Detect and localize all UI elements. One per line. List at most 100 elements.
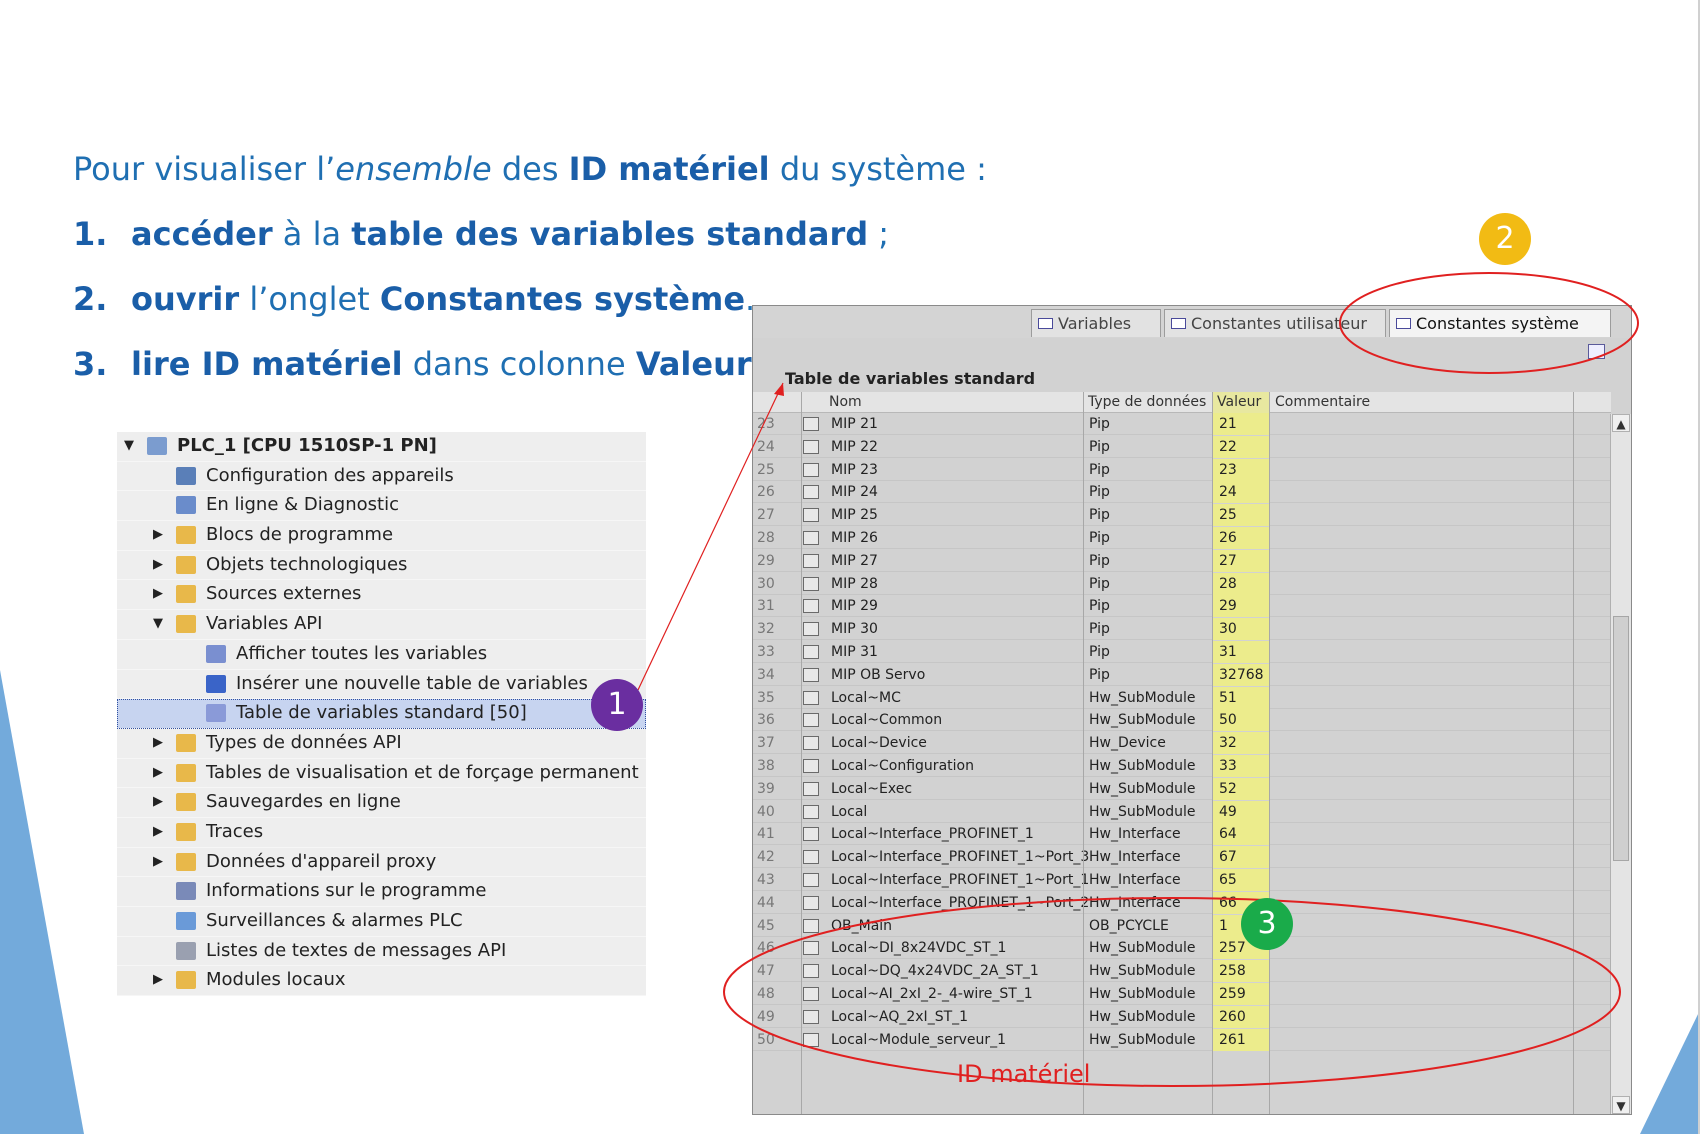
cell-nom[interactable]: Local~Interface_PROFINET_1~Port_2	[831, 892, 1089, 914]
cell-valeur[interactable]: 258	[1213, 960, 1269, 983]
cell-valeur[interactable]: 65	[1213, 869, 1269, 891]
table-row[interactable]: 26 MIP 24 Pip 24	[753, 481, 1611, 504]
chevron-right-icon[interactable]: ▶	[152, 580, 164, 609]
tab-variables[interactable]: Variables	[1031, 309, 1161, 337]
cell-valeur[interactable]: 261	[1213, 1028, 1269, 1051]
table-row[interactable]: 28 MIP 26 Pip 26	[753, 527, 1611, 549]
tree-item[interactable]: ▶ Blocs de programme	[117, 521, 646, 551]
chevron-right-icon[interactable]: ▶	[152, 788, 164, 817]
scroll-down-icon[interactable]: ▼	[1612, 1096, 1630, 1114]
table-row[interactable]: 48 Local~AI_2xI_2-_4-wire_ST_1 Hw_SubModul…	[753, 983, 1611, 1005]
column-header-nom[interactable]: Nom	[829, 394, 862, 410]
table-row[interactable]: 27 MIP 25 Pip 25	[753, 504, 1611, 527]
cell-nom[interactable]: MIP 31	[831, 641, 878, 663]
cell-valeur[interactable]: 67	[1213, 846, 1269, 869]
cell-nom[interactable]: MIP 21	[831, 413, 878, 435]
tree-item[interactable]: Informations sur le programme	[117, 877, 646, 907]
table-row[interactable]: 35 Local~MC Hw_SubModule 51	[753, 686, 1611, 709]
cell-nom[interactable]: OB_Main	[831, 915, 892, 937]
tree-root[interactable]: ▼ PLC_1 [CPU 1510SP-1 PN]	[117, 432, 646, 462]
vertical-scrollbar[interactable]: ▲ ▼	[1610, 414, 1631, 1114]
tree-item[interactable]: En ligne & Diagnostic	[117, 491, 646, 522]
cell-nom[interactable]: Local~Common	[831, 709, 942, 731]
cell-nom[interactable]: Local~AI_2xI_2-_4-wire_ST_1	[831, 983, 1033, 1005]
cell-nom[interactable]: Local~DQ_4x24VDC_2A_ST_1	[831, 960, 1039, 982]
cell-nom[interactable]: Local~Device	[831, 732, 927, 754]
table-row[interactable]: 42 Local~Interface_PROFINET_1~Port_3 Hw_In…	[753, 846, 1611, 869]
table-row[interactable]: 41 Local~Interface_PROFINET_1 Hw_Interface…	[753, 823, 1611, 846]
table-row[interactable]: 25 MIP 23 Pip 23	[753, 458, 1611, 481]
column-header-type[interactable]: Type de données	[1088, 394, 1206, 410]
cell-nom[interactable]: MIP 26	[831, 527, 878, 549]
table-row[interactable]: 33 MIP 31 Pip 31	[753, 641, 1611, 663]
table-row[interactable]: 45 OB_Main OB_PCYCLE 1	[753, 914, 1611, 937]
tree-item[interactable]: Surveillances & alarmes PLC	[117, 907, 646, 937]
chevron-right-icon[interactable]: ▶	[152, 521, 164, 550]
chevron-down-icon[interactable]: ▼	[152, 610, 164, 639]
tree-item[interactable]: ▶ Types de données API	[117, 729, 646, 759]
cell-nom[interactable]: Local~MC	[831, 687, 901, 709]
cell-nom[interactable]: Local~Interface_PROFINET_1	[831, 823, 1034, 845]
table-row[interactable]: 24 MIP 22 Pip 22	[753, 435, 1611, 458]
cell-valeur[interactable]: 21	[1213, 413, 1269, 435]
table-row[interactable]: 40 Local Hw_SubModule 49	[753, 800, 1611, 823]
cell-valeur[interactable]: 23	[1213, 458, 1269, 481]
table-row[interactable]: 38 Local~Configuration Hw_SubModule 33	[753, 755, 1611, 777]
cell-nom[interactable]: MIP 29	[831, 595, 878, 617]
tree-item[interactable]: Listes de textes de messages API	[117, 937, 646, 967]
table-row[interactable]: 23 MIP 21 Pip 21	[753, 413, 1611, 435]
cell-valeur[interactable]: 29	[1213, 595, 1269, 618]
table-row[interactable]: 49 Local~AQ_2xI_ST_1 Hw_SubModule 260	[753, 1005, 1611, 1028]
tree-item[interactable]: ▶ Modules locaux	[117, 966, 646, 997]
table-row[interactable]: 29 MIP 27 Pip 27	[753, 549, 1611, 572]
cell-valeur[interactable]: 27	[1213, 549, 1269, 572]
cell-valeur[interactable]: 259	[1213, 983, 1269, 1005]
tree-item[interactable]: ▶ Données d'appareil proxy	[117, 848, 646, 878]
cell-nom[interactable]: Local~Configuration	[831, 755, 974, 777]
table-row[interactable]: 31 MIP 29 Pip 29	[753, 595, 1611, 618]
column-header-valeur[interactable]: Valeur	[1217, 394, 1261, 410]
scroll-up-icon[interactable]: ▲	[1612, 414, 1630, 432]
cell-nom[interactable]: MIP 24	[831, 481, 878, 503]
cell-valeur[interactable]: 24	[1213, 481, 1269, 504]
cell-valeur[interactable]: 28	[1213, 572, 1269, 595]
table-row[interactable]: 39 Local~Exec Hw_SubModule 52	[753, 777, 1611, 800]
tree-item[interactable]: Table de variables standard [50]	[117, 699, 646, 729]
cell-valeur[interactable]: 31	[1213, 641, 1269, 663]
table-row[interactable]: 34 MIP OB Servo Pip 32768	[753, 663, 1611, 686]
cell-nom[interactable]: MIP 28	[831, 573, 878, 595]
cell-nom[interactable]: Local~AQ_2xI_ST_1	[831, 1006, 968, 1028]
tab-constantes-utilisateur[interactable]: Constantes utilisateur	[1164, 309, 1386, 337]
cell-valeur[interactable]: 33	[1213, 755, 1269, 777]
cell-valeur[interactable]: 32768	[1213, 663, 1269, 686]
cell-valeur[interactable]: 52	[1213, 777, 1269, 800]
tree-item[interactable]: ▶ Sauvegardes en ligne	[117, 788, 646, 818]
cell-nom[interactable]: Local~DI_8x24VDC_ST_1	[831, 937, 1006, 959]
scroll-thumb[interactable]	[1613, 616, 1629, 861]
chevron-right-icon[interactable]: ▶	[152, 551, 164, 580]
chevron-right-icon[interactable]: ▶	[152, 966, 164, 995]
cell-nom[interactable]: MIP 22	[831, 436, 878, 458]
cell-valeur[interactable]: 30	[1213, 618, 1269, 641]
chevron-right-icon[interactable]: ▶	[152, 848, 164, 877]
table-settings-icon[interactable]	[1588, 344, 1605, 359]
cell-nom[interactable]: Local~Module_serveur_1	[831, 1029, 1006, 1051]
cell-valeur[interactable]: 26	[1213, 527, 1269, 549]
tab-constantes-systeme[interactable]: Constantes système	[1389, 309, 1611, 337]
cell-valeur[interactable]: 22	[1213, 435, 1269, 458]
chevron-down-icon[interactable]: ▼	[123, 432, 135, 461]
table-row[interactable]: 36 Local~Common Hw_SubModule 50	[753, 709, 1611, 732]
table-row[interactable]: 46 Local~DI_8x24VDC_ST_1 Hw_SubModule 257	[753, 937, 1611, 960]
table-row[interactable]: 47 Local~DQ_4x24VDC_2A_ST_1 Hw_SubModule 25…	[753, 960, 1611, 983]
chevron-right-icon[interactable]: ▶	[152, 759, 164, 788]
tree-item[interactable]: Configuration des appareils	[117, 462, 646, 492]
table-row[interactable]: 37 Local~Device Hw_Device 32	[753, 732, 1611, 755]
table-row[interactable]: 50 Local~Module_serveur_1 Hw_SubModule 261	[753, 1028, 1611, 1051]
cell-nom[interactable]: Local~Interface_PROFINET_1~Port_3	[831, 846, 1089, 868]
cell-nom[interactable]: MIP 30	[831, 618, 878, 640]
tree-item[interactable]: Insérer une nouvelle table de variables	[117, 670, 646, 700]
cell-valeur[interactable]: 49	[1213, 800, 1269, 823]
cell-nom[interactable]: Local~Interface_PROFINET_1~Port_1	[831, 869, 1089, 891]
tree-item[interactable]: ▶ Traces	[117, 818, 646, 848]
cell-nom[interactable]: MIP 25	[831, 504, 878, 526]
